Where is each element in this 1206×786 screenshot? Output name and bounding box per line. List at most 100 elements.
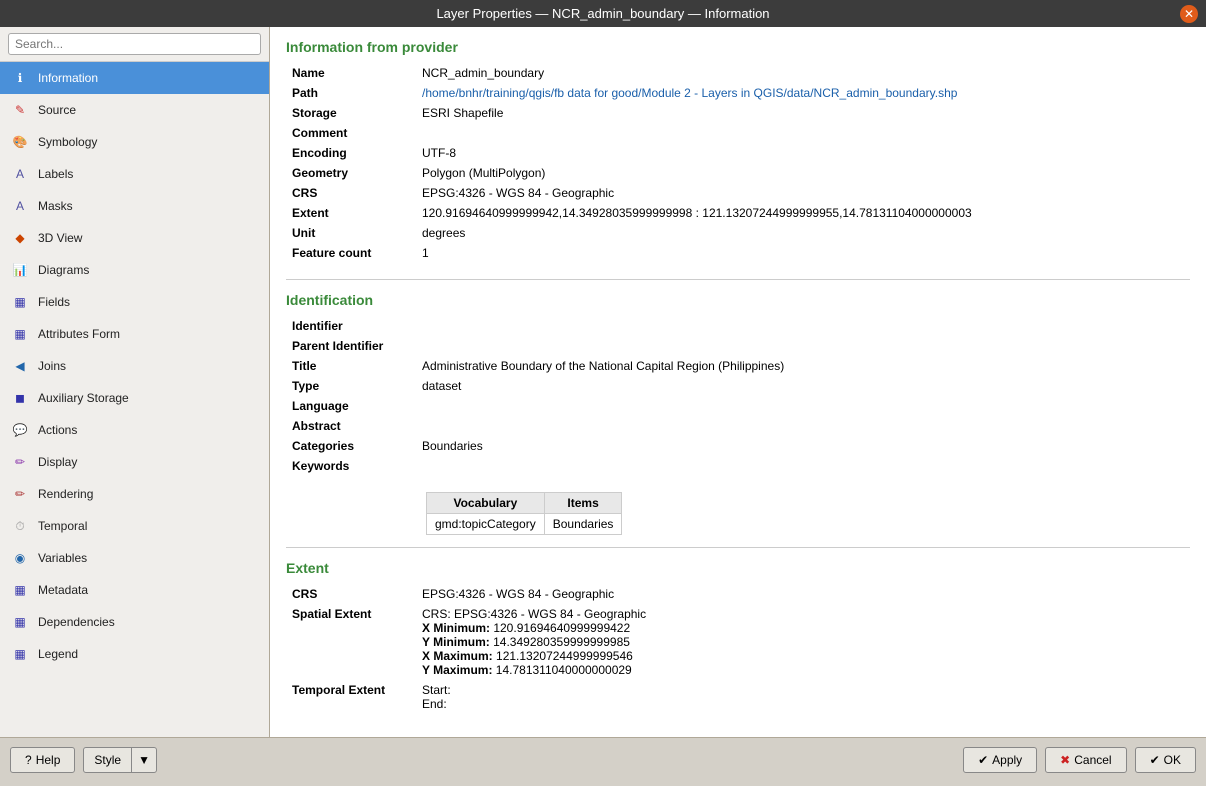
close-button[interactable]: ✕ bbox=[1180, 5, 1198, 23]
apply-button[interactable]: ✔ Apply bbox=[963, 747, 1037, 773]
extent-crs-value: EPSG:4326 - WGS 84 - Geographic bbox=[416, 584, 1190, 604]
help-button[interactable]: ? Help bbox=[10, 747, 75, 773]
field-value bbox=[416, 396, 1190, 416]
field-value: 120.91694640999999942,14.349280359999999… bbox=[416, 203, 1190, 223]
sidebar-item-label: Display bbox=[38, 455, 77, 469]
labels-icon: A bbox=[10, 164, 30, 184]
sidebar-item-temporal[interactable]: ⏱Temporal bbox=[0, 510, 269, 542]
sidebar-item-rendering[interactable]: ✏Rendering bbox=[0, 478, 269, 510]
search-input[interactable] bbox=[8, 33, 261, 55]
sidebar-item-label: Metadata bbox=[38, 583, 88, 597]
temporal-start: Start: bbox=[422, 683, 1184, 697]
spatial-xmin: X Minimum: 120.91694640999999422 bbox=[422, 621, 1184, 635]
extent-spatial-label: Spatial Extent bbox=[286, 604, 416, 680]
sidebar-item-3dview[interactable]: ◆ 3D View bbox=[0, 222, 269, 254]
table-row: NameNCR_admin_boundary bbox=[286, 63, 1190, 83]
apply-checkmark-icon: ✔ bbox=[978, 753, 988, 767]
field-label: Categories bbox=[286, 436, 416, 456]
sidebar-item-source[interactable]: ✎Source bbox=[0, 94, 269, 126]
ok-button[interactable]: ✔ OK bbox=[1135, 747, 1196, 773]
field-value bbox=[416, 316, 1190, 336]
sidebar-item-label: Diagrams bbox=[38, 263, 89, 277]
extent-spatial-value: CRS: EPSG:4326 - WGS 84 - Geographic X M… bbox=[416, 604, 1190, 680]
field-value: /home/bnhr/training/qgis/fb data for goo… bbox=[416, 83, 1190, 103]
cancel-button[interactable]: ✖ Cancel bbox=[1045, 747, 1126, 773]
temporal-extent-label: Temporal Extent bbox=[286, 680, 416, 714]
spatial-ymax: Y Maximum: 14.781311040000000029 bbox=[422, 663, 1184, 677]
field-value bbox=[416, 336, 1190, 356]
sidebar-item-label: Attributes Form bbox=[38, 327, 120, 341]
identification-table: IdentifierParent IdentifierTitleAdminist… bbox=[286, 316, 1190, 476]
field-label: CRS bbox=[286, 183, 416, 203]
section-extent: Extent bbox=[286, 560, 1190, 576]
field-label: Abstract bbox=[286, 416, 416, 436]
sidebar-item-label: Masks bbox=[38, 199, 73, 213]
display-icon: ✏ bbox=[10, 452, 30, 472]
table-row: CategoriesBoundaries bbox=[286, 436, 1190, 456]
sidebar-item-masks[interactable]: A Masks bbox=[0, 190, 269, 222]
sidebar-item-variables[interactable]: ◉Variables bbox=[0, 542, 269, 574]
style-dropdown[interactable]: Style ▼ bbox=[83, 747, 157, 773]
metadata-icon: ▦ bbox=[10, 580, 30, 600]
sidebar-item-fields[interactable]: ▦ Fields bbox=[0, 286, 269, 318]
field-label: Comment bbox=[286, 123, 416, 143]
spatial-crs: CRS: EPSG:4326 - WGS 84 - Geographic bbox=[422, 607, 1184, 621]
field-value: EPSG:4326 - WGS 84 - Geographic bbox=[416, 183, 1190, 203]
table-row: Abstract bbox=[286, 416, 1190, 436]
sidebar: ℹInformation✎Source🎨SymbologyALabelsAMas… bbox=[0, 27, 270, 737]
field-label: Feature count bbox=[286, 243, 416, 263]
table-row: Comment bbox=[286, 123, 1190, 143]
sidebar-item-symbology[interactable]: 🎨Symbology bbox=[0, 126, 269, 158]
sidebar-item-joins[interactable]: ◀Joins bbox=[0, 350, 269, 382]
table-row: Unitdegrees bbox=[286, 223, 1190, 243]
sidebar-item-label: Information bbox=[38, 71, 98, 85]
sidebar-item-label: Variables bbox=[38, 551, 87, 565]
field-label: Path bbox=[286, 83, 416, 103]
table-row: Feature count1 bbox=[286, 243, 1190, 263]
diagrams-icon: 📊 bbox=[10, 260, 30, 280]
table-row: Language bbox=[286, 396, 1190, 416]
table-row: CRS EPSG:4326 - WGS 84 - Geographic bbox=[286, 584, 1190, 604]
sidebar-item-legend[interactable]: ▦Legend bbox=[0, 638, 269, 670]
field-label: Name bbox=[286, 63, 416, 83]
table-row: Extent120.91694640999999942,14.349280359… bbox=[286, 203, 1190, 223]
sidebar-item-actions[interactable]: 💬Actions bbox=[0, 414, 269, 446]
sidebar-item-label: Symbology bbox=[38, 135, 97, 149]
field-value: UTF-8 bbox=[416, 143, 1190, 163]
field-label: Identifier bbox=[286, 316, 416, 336]
sidebar-item-auxiliarystorage[interactable]: ◼Auxiliary Storage bbox=[0, 382, 269, 414]
sidebar-item-label: Joins bbox=[38, 359, 66, 373]
sidebar-item-label: Legend bbox=[38, 647, 78, 661]
field-label: Parent Identifier bbox=[286, 336, 416, 356]
source-icon: ✎ bbox=[10, 100, 30, 120]
table-row: Keywords bbox=[286, 456, 1190, 476]
table-row: Path/home/bnhr/training/qgis/fb data for… bbox=[286, 83, 1190, 103]
title-bar: Layer Properties — NCR_admin_boundary — … bbox=[0, 0, 1206, 27]
sidebar-item-diagrams[interactable]: 📊 Diagrams bbox=[0, 254, 269, 286]
field-label: Language bbox=[286, 396, 416, 416]
ok-checkmark-icon: ✔ bbox=[1150, 753, 1160, 767]
table-row: TitleAdministrative Boundary of the Nati… bbox=[286, 356, 1190, 376]
masks-icon: A bbox=[10, 196, 30, 216]
bottom-bar: ? Help Style ▼ ✔ Apply ✖ Cancel ✔ OK bbox=[0, 737, 1206, 781]
fields-icon: ▦ bbox=[10, 292, 30, 312]
sidebar-item-label: 3D View bbox=[38, 231, 82, 245]
field-label: Unit bbox=[286, 223, 416, 243]
sidebar-item-attributesform[interactable]: ▦Attributes Form bbox=[0, 318, 269, 350]
table-row: CRSEPSG:4326 - WGS 84 - Geographic bbox=[286, 183, 1190, 203]
keywords-vocab-header: Vocabulary bbox=[427, 493, 545, 514]
path-link[interactable]: /home/bnhr/training/qgis/fb data for goo… bbox=[422, 86, 957, 100]
sidebar-item-label: Fields bbox=[38, 295, 70, 309]
keyword-items: Boundaries bbox=[544, 514, 622, 535]
extent-table: CRS EPSG:4326 - WGS 84 - Geographic Spat… bbox=[286, 584, 1190, 714]
sidebar-item-dependencies[interactable]: ▦Dependencies bbox=[0, 606, 269, 638]
section-info-from-provider: Information from provider bbox=[286, 39, 1190, 55]
sidebar-item-display[interactable]: ✏ Display bbox=[0, 446, 269, 478]
field-value: ESRI Shapefile bbox=[416, 103, 1190, 123]
sidebar-item-labels[interactable]: ALabels bbox=[0, 158, 269, 190]
sidebar-item-information[interactable]: ℹInformation bbox=[0, 62, 269, 94]
field-label: Title bbox=[286, 356, 416, 376]
style-dropdown-arrow[interactable]: ▼ bbox=[131, 748, 156, 772]
sidebar-item-metadata[interactable]: ▦ Metadata bbox=[0, 574, 269, 606]
3dview-icon: ◆ bbox=[10, 228, 30, 248]
